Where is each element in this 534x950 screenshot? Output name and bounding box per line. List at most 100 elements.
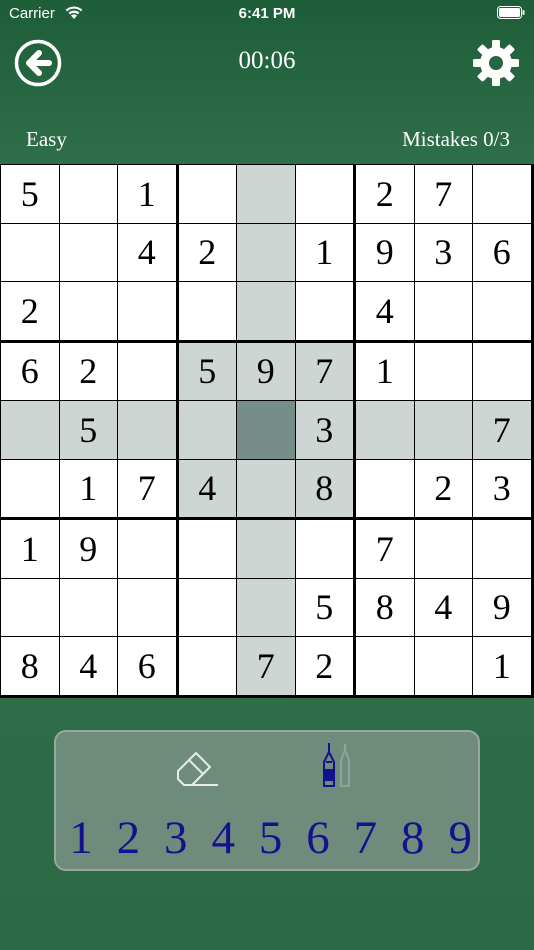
sudoku-board: 5127421936246259715371748231975849846721 <box>0 164 534 698</box>
number-key[interactable]: 2 <box>105 810 151 866</box>
sudoku-cell[interactable]: 5 <box>295 578 353 636</box>
sudoku-cell[interactable] <box>473 282 531 340</box>
sudoku-cell[interactable] <box>356 401 414 459</box>
sudoku-cell[interactable] <box>59 578 117 636</box>
sudoku-cell[interactable] <box>59 223 117 281</box>
sudoku-cell[interactable]: 3 <box>414 223 472 281</box>
sudoku-cell[interactable] <box>178 578 236 636</box>
sudoku-cell[interactable] <box>414 401 472 459</box>
sudoku-cell[interactable]: 2 <box>59 342 117 400</box>
sudoku-cell[interactable]: 5 <box>178 342 236 400</box>
sudoku-cell[interactable]: 4 <box>356 282 414 340</box>
sudoku-cell[interactable]: 4 <box>178 459 236 517</box>
number-key[interactable]: 6 <box>295 810 341 866</box>
sudoku-cell[interactable] <box>59 165 117 223</box>
sudoku-cell[interactable]: 7 <box>118 459 176 517</box>
sudoku-cell[interactable] <box>118 578 176 636</box>
sudoku-cell[interactable]: 7 <box>356 520 414 578</box>
gear-icon <box>473 40 519 86</box>
sudoku-cell[interactable]: 7 <box>414 165 472 223</box>
sudoku-cell[interactable] <box>414 637 472 695</box>
sudoku-cell[interactable] <box>356 459 414 517</box>
sudoku-cell[interactable] <box>1 401 59 459</box>
sudoku-cell[interactable] <box>1 459 59 517</box>
settings-button[interactable] <box>472 39 520 87</box>
sudoku-cell[interactable] <box>118 342 176 400</box>
sudoku-cell[interactable]: 3 <box>473 459 531 517</box>
sudoku-cell[interactable] <box>178 165 236 223</box>
sudoku-cell[interactable]: 4 <box>118 223 176 281</box>
sudoku-cell[interactable]: 1 <box>356 342 414 400</box>
sudoku-cell[interactable]: 1 <box>1 520 59 578</box>
number-key[interactable]: 5 <box>248 810 294 866</box>
pencil-button[interactable] <box>318 740 358 790</box>
sudoku-cell[interactable]: 6 <box>1 342 59 400</box>
sudoku-cell[interactable] <box>59 282 117 340</box>
sudoku-cell[interactable] <box>473 520 531 578</box>
sudoku-cell[interactable] <box>178 282 236 340</box>
sudoku-cell[interactable]: 1 <box>295 223 353 281</box>
difficulty-label: Easy <box>26 127 67 151</box>
sudoku-cell[interactable] <box>295 520 353 578</box>
sudoku-cell[interactable]: 2 <box>1 282 59 340</box>
battery-icon <box>497 6 525 19</box>
sudoku-cell[interactable]: 7 <box>295 342 353 400</box>
number-key[interactable]: 8 <box>390 810 436 866</box>
sudoku-cell[interactable]: 8 <box>1 637 59 695</box>
sudoku-cell[interactable] <box>118 520 176 578</box>
sudoku-cell[interactable] <box>473 342 531 400</box>
sudoku-cell[interactable]: 1 <box>473 637 531 695</box>
sudoku-cell[interactable] <box>118 282 176 340</box>
sudoku-cell[interactable] <box>237 459 295 517</box>
sudoku-cell[interactable] <box>414 342 472 400</box>
number-key[interactable]: 4 <box>200 810 246 866</box>
sudoku-cell[interactable]: 5 <box>59 401 117 459</box>
sudoku-cell[interactable]: 8 <box>295 459 353 517</box>
sudoku-cell[interactable] <box>356 637 414 695</box>
sudoku-cell[interactable]: 4 <box>414 578 472 636</box>
sudoku-cell[interactable]: 4 <box>59 637 117 695</box>
sudoku-cell[interactable]: 9 <box>473 578 531 636</box>
sudoku-cell[interactable] <box>237 520 295 578</box>
sudoku-cell[interactable] <box>178 401 236 459</box>
sudoku-cell[interactable] <box>1 223 59 281</box>
sudoku-cell[interactable] <box>295 165 353 223</box>
sudoku-cell[interactable] <box>237 578 295 636</box>
sudoku-cell[interactable] <box>237 282 295 340</box>
sudoku-cell[interactable] <box>237 223 295 281</box>
sudoku-cell[interactable]: 9 <box>237 342 295 400</box>
sudoku-cell[interactable]: 6 <box>118 637 176 695</box>
sudoku-cell[interactable] <box>178 520 236 578</box>
sudoku-cell[interactable] <box>237 165 295 223</box>
eraser-button[interactable] <box>172 744 222 788</box>
sudoku-cell[interactable]: 3 <box>295 401 353 459</box>
sudoku-cell[interactable]: 7 <box>473 401 531 459</box>
sudoku-cell[interactable]: 2 <box>356 165 414 223</box>
sudoku-cell[interactable]: 7 <box>237 637 295 695</box>
game-timer: 00:06 <box>238 47 296 74</box>
sudoku-cell[interactable] <box>414 520 472 578</box>
sudoku-cell[interactable] <box>1 578 59 636</box>
sudoku-cell[interactable]: 1 <box>118 165 176 223</box>
number-key[interactable]: 9 <box>437 810 483 866</box>
sudoku-cell[interactable] <box>178 637 236 695</box>
sudoku-cell[interactable]: 2 <box>178 223 236 281</box>
sudoku-cell[interactable]: 6 <box>473 223 531 281</box>
sudoku-cell[interactable]: 9 <box>356 223 414 281</box>
sudoku-cell[interactable]: 5 <box>1 165 59 223</box>
number-key[interactable]: 7 <box>342 810 388 866</box>
sudoku-cell[interactable]: 2 <box>414 459 472 517</box>
sudoku-cell[interactable] <box>414 282 472 340</box>
sudoku-cell[interactable] <box>473 165 531 223</box>
sudoku-cell[interactable]: 1 <box>59 459 117 517</box>
pencil-notes-icon <box>323 743 350 787</box>
number-key[interactable]: 1 <box>58 810 104 866</box>
sudoku-cell[interactable]: 9 <box>59 520 117 578</box>
number-key[interactable]: 3 <box>153 810 199 866</box>
sudoku-cell[interactable]: 8 <box>356 578 414 636</box>
sudoku-cell[interactable] <box>295 282 353 340</box>
number-pad: 123456789 <box>62 810 474 866</box>
sudoku-cell[interactable]: 2 <box>295 637 353 695</box>
sudoku-cell[interactable] <box>118 401 176 459</box>
sudoku-cell[interactable] <box>237 401 295 459</box>
